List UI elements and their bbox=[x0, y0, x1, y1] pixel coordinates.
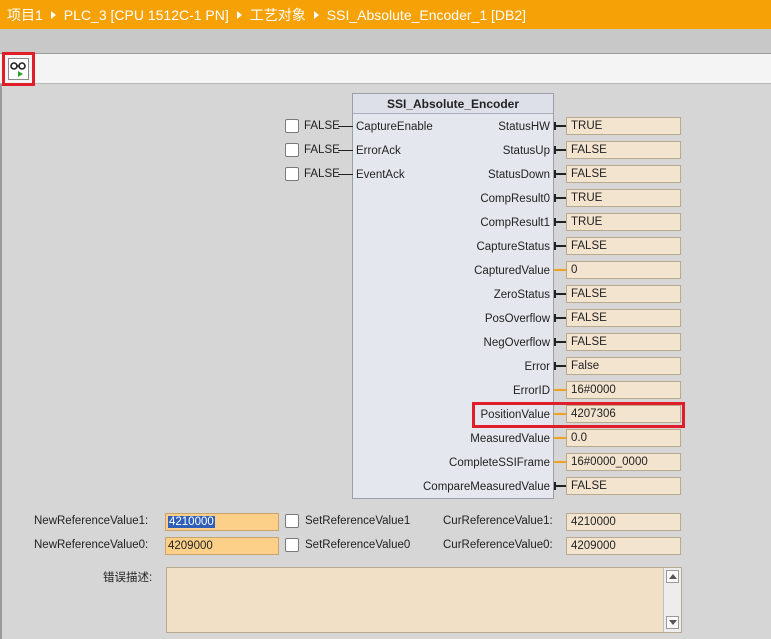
connector-line bbox=[338, 126, 353, 127]
connector-line bbox=[554, 146, 566, 154]
pos-overflow-value: FALSE bbox=[566, 309, 681, 327]
error-value: False bbox=[566, 357, 681, 375]
pin-error: Error bbox=[524, 361, 550, 373]
connector-line bbox=[554, 461, 566, 463]
set-reference-value0: SetReferenceValue0 bbox=[285, 538, 410, 552]
connector-line bbox=[554, 338, 566, 346]
set-reference-value1-checkbox[interactable] bbox=[285, 514, 299, 528]
measured-value-value: 0.0 bbox=[566, 429, 681, 447]
connector-line bbox=[554, 290, 566, 298]
pin-captured-value: CapturedValue bbox=[474, 265, 550, 277]
error-ack-value: FALSE bbox=[304, 144, 340, 156]
breadcrumb: 项目1 PLC_3 [CPU 1512C-1 PN] 工艺对象 SSI_Abso… bbox=[0, 0, 771, 29]
pin-capture-enable: CaptureEnable bbox=[356, 121, 433, 133]
set-reference-value1-label: SetReferenceValue1 bbox=[305, 515, 411, 527]
new-reference-value1-label: NewReferenceValue1: bbox=[34, 515, 149, 527]
pin-neg-overflow: NegOverflow bbox=[483, 337, 550, 349]
function-block-title: SSI_Absolute_Encoder bbox=[353, 94, 553, 114]
connector-line bbox=[338, 150, 353, 151]
pin-measured-value: MeasuredValue bbox=[470, 433, 550, 445]
panel-left-border bbox=[0, 84, 2, 639]
complete-ssi-frame-value: 16#0000_0000 bbox=[566, 453, 681, 471]
error-description-scrollbar[interactable] bbox=[663, 568, 681, 632]
error-ack-checkbox[interactable] bbox=[285, 143, 299, 157]
new-reference-value1-text: 4210000 bbox=[168, 516, 215, 528]
breadcrumb-plc[interactable]: PLC_3 [CPU 1512C-1 PN] bbox=[64, 7, 229, 23]
breadcrumb-separator-icon bbox=[50, 10, 56, 19]
pin-zero-status: ZeroStatus bbox=[493, 289, 550, 301]
pin-compare-measured-value: CompareMeasuredValue bbox=[423, 481, 550, 493]
comp-result0-value: TRUE bbox=[566, 189, 681, 207]
header-spacer bbox=[0, 29, 771, 53]
connector-line bbox=[554, 437, 566, 439]
connector-line bbox=[338, 174, 353, 175]
scroll-down-button[interactable] bbox=[666, 616, 679, 629]
connector-line bbox=[554, 362, 566, 370]
comp-result1-value: TRUE bbox=[566, 213, 681, 231]
pin-capture-status: CaptureStatus bbox=[476, 241, 550, 253]
connector-line bbox=[554, 269, 566, 271]
set-reference-value1: SetReferenceValue1 bbox=[285, 514, 410, 528]
status-hw-value: TRUE bbox=[566, 117, 681, 135]
capture-status-value: FALSE bbox=[566, 237, 681, 255]
capture-enable-checkbox[interactable] bbox=[285, 119, 299, 133]
input-capture-enable: FALSE bbox=[285, 118, 340, 134]
cur-reference-value0-value: 4209000 bbox=[566, 537, 681, 555]
chevron-down-icon bbox=[668, 620, 677, 625]
connector-line bbox=[554, 482, 566, 490]
pin-status-hw: StatusHW bbox=[498, 121, 550, 133]
position-value-highlight bbox=[472, 402, 685, 428]
connector-line bbox=[554, 194, 566, 202]
cur-reference-value0-label: CurReferenceValue0: bbox=[443, 539, 553, 551]
pin-status-down: StatusDown bbox=[487, 169, 550, 181]
pin-error-id: ErrorID bbox=[512, 385, 550, 397]
set-reference-value0-checkbox[interactable] bbox=[285, 538, 299, 552]
new-reference-value0-input[interactable]: 4209000 bbox=[165, 537, 279, 555]
new-reference-value0-text: 4209000 bbox=[168, 540, 213, 552]
new-reference-value0-label: NewReferenceValue0: bbox=[34, 539, 149, 551]
chevron-up-icon bbox=[668, 574, 677, 579]
breadcrumb-encoder-db[interactable]: SSI_Absolute_Encoder_1 [DB2] bbox=[327, 7, 526, 23]
captured-value-value: 0 bbox=[566, 261, 681, 279]
event-ack-checkbox[interactable] bbox=[285, 167, 299, 181]
pin-error-ack: ErrorAck bbox=[356, 145, 401, 157]
error-description-label: 错误描述: bbox=[103, 572, 153, 584]
zero-status-value: FALSE bbox=[566, 285, 681, 303]
pin-comp-result0: CompResult0 bbox=[480, 193, 550, 205]
input-event-ack: FALSE bbox=[285, 166, 340, 182]
breadcrumb-separator-icon bbox=[236, 10, 242, 19]
function-block: SSI_Absolute_Encoder CaptureEnable Error… bbox=[352, 93, 554, 499]
new-reference-value1-input[interactable]: 4210000 bbox=[165, 513, 279, 531]
scroll-up-button[interactable] bbox=[666, 570, 679, 583]
event-ack-value: FALSE bbox=[304, 168, 340, 180]
connector-line bbox=[554, 242, 566, 250]
connector-line bbox=[554, 170, 566, 178]
neg-overflow-value: FALSE bbox=[566, 333, 681, 351]
status-up-value: FALSE bbox=[566, 141, 681, 159]
status-down-value: FALSE bbox=[566, 165, 681, 183]
connector-line bbox=[554, 314, 566, 322]
pin-comp-result1: CompResult1 bbox=[480, 217, 550, 229]
set-reference-value0-label: SetReferenceValue0 bbox=[305, 539, 411, 551]
cur-reference-value1-label: CurReferenceValue1: bbox=[443, 515, 553, 527]
pin-pos-overflow: PosOverflow bbox=[484, 313, 550, 325]
pin-complete-ssi-frame: CompleteSSIFrame bbox=[449, 457, 550, 469]
glasses-monitor-icon bbox=[8, 58, 29, 80]
error-description-field[interactable] bbox=[166, 567, 682, 633]
pin-event-ack: EventAck bbox=[356, 169, 405, 181]
breadcrumb-technology-objects[interactable]: 工艺对象 bbox=[250, 5, 306, 25]
connector-line bbox=[554, 122, 566, 130]
compare-measured-value-value: FALSE bbox=[566, 477, 681, 495]
error-id-value: 16#0000 bbox=[566, 381, 681, 399]
connector-line bbox=[554, 218, 566, 226]
input-error-ack: FALSE bbox=[285, 142, 340, 158]
breadcrumb-separator-icon bbox=[313, 10, 319, 19]
pin-status-up: StatusUp bbox=[502, 145, 550, 157]
connector-line bbox=[554, 389, 566, 391]
monitor-all-button[interactable] bbox=[2, 52, 35, 86]
capture-enable-value: FALSE bbox=[304, 120, 340, 132]
breadcrumb-project[interactable]: 项目1 bbox=[7, 5, 43, 25]
cur-reference-value1-value: 4210000 bbox=[566, 513, 681, 531]
toolbar bbox=[0, 53, 771, 84]
